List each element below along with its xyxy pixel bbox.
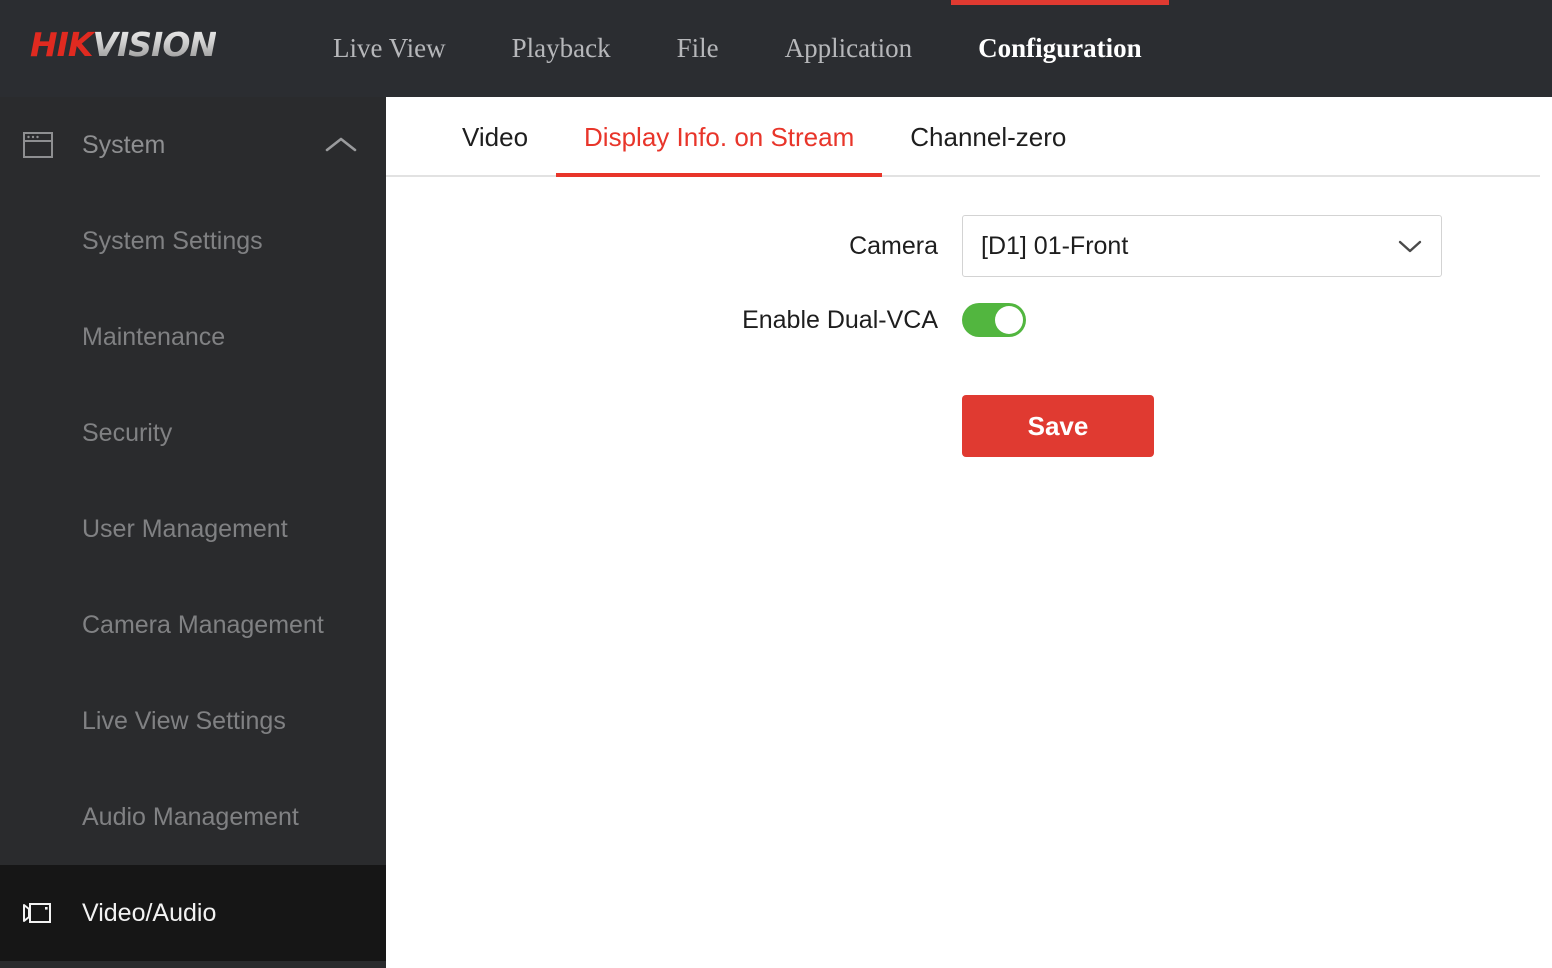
sidebar-group-system[interactable]: System	[0, 97, 386, 193]
chevron-down-icon[interactable]	[1395, 237, 1425, 255]
dual-vca-toggle[interactable]	[962, 303, 1026, 337]
sidebar-item-live-view-settings[interactable]: Live View Settings	[0, 673, 386, 769]
form-actions-spacer	[386, 395, 962, 457]
save-button[interactable]: Save	[962, 395, 1154, 457]
nav-item-playback[interactable]: Playback	[479, 0, 644, 97]
sidebar-item-label: Video/Audio	[82, 898, 217, 927]
sidebar-item-camera-management[interactable]: Camera Management	[0, 577, 386, 673]
logo-hik-text: HIK	[30, 25, 93, 64]
nav-item-label: Configuration	[978, 33, 1142, 63]
hikvision-logo: HIKVISION	[30, 25, 217, 64]
sidebar-item-system-settings[interactable]: System Settings	[0, 193, 386, 289]
tab-display-info-on-stream[interactable]: Display Info. on Stream	[556, 97, 883, 177]
main-content: Video Display Info. on Stream Channel-ze…	[386, 97, 1552, 968]
window-icon	[16, 132, 60, 158]
nav-item-application[interactable]: Application	[752, 0, 945, 97]
dual-vca-label: Enable Dual-VCA	[742, 305, 938, 334]
nav-item-label: Live View	[333, 33, 446, 63]
nav-item-label: File	[676, 33, 719, 63]
sidebar: System System Settings Maintenance Secur…	[0, 97, 386, 968]
sidebar-item-user-management[interactable]: User Management	[0, 481, 386, 577]
nav-item-live-view[interactable]: Live View	[300, 0, 479, 97]
sidebar-item-label: User Management	[82, 514, 288, 543]
toggle-knob	[995, 306, 1023, 334]
nav-item-file[interactable]: File	[644, 0, 752, 97]
display-info-form: Camera [D1] 01-Front Enable Dual-VCA Sav…	[386, 177, 1552, 457]
sidebar-item-maintenance[interactable]: Maintenance	[0, 289, 386, 385]
tab-channel-zero[interactable]: Channel-zero	[882, 97, 1094, 177]
sidebar-item-label: Audio Management	[82, 802, 299, 831]
camera-row: Camera [D1] 01-Front	[386, 215, 1552, 277]
top-header: HIKVISION Live View Playback File Applic…	[0, 0, 1552, 97]
camera-select[interactable]: [D1] 01-Front	[962, 215, 1442, 277]
sidebar-item-label: Camera Management	[82, 610, 324, 639]
sidebar-item-security[interactable]: Security	[0, 385, 386, 481]
main-navigation: Live View Playback File Application Conf…	[300, 0, 1175, 97]
sidebar-item-label: System Settings	[82, 226, 263, 255]
chevron-up-icon[interactable]	[324, 135, 358, 155]
video-camera-icon	[16, 901, 60, 925]
tab-label: Display Info. on Stream	[584, 121, 855, 152]
sidebar-item-label: Security	[82, 418, 173, 447]
nav-item-configuration[interactable]: Configuration	[945, 0, 1175, 97]
sidebar-item-video-audio[interactable]: Video/Audio	[0, 865, 386, 961]
tab-video[interactable]: Video	[434, 97, 556, 177]
nav-item-label: Application	[784, 33, 913, 63]
tab-label: Video	[462, 121, 529, 152]
dual-vca-row: Enable Dual-VCA	[386, 303, 1552, 337]
sidebar-item-label: Live View Settings	[82, 706, 286, 735]
sidebar-item-audio-management[interactable]: Audio Management	[0, 769, 386, 865]
tab-label: Channel-zero	[910, 121, 1067, 152]
sidebar-item-label: Maintenance	[82, 322, 226, 351]
nav-item-label: Playback	[511, 33, 611, 63]
content-tabs: Video Display Info. on Stream Channel-ze…	[386, 97, 1552, 177]
form-actions: Save	[386, 395, 1552, 457]
camera-select-value: [D1] 01-Front	[981, 231, 1129, 260]
logo-vision-text: VISION	[92, 25, 217, 64]
camera-label: Camera	[849, 231, 938, 260]
sidebar-group-label: System	[82, 130, 166, 159]
